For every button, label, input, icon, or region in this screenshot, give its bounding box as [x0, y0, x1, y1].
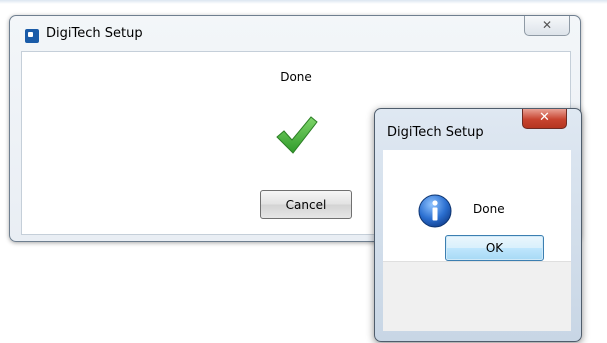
window-close-button[interactable]: ✕	[524, 16, 570, 36]
close-icon: ✕	[539, 110, 550, 125]
status-text: Done	[280, 70, 312, 84]
message-box-dialog: DigiTech Setup ✕ Done OK	[374, 108, 582, 342]
dialog-message-text: Done	[473, 202, 505, 216]
close-icon: ✕	[541, 18, 553, 32]
dialog-button-bar	[383, 261, 571, 331]
dialog-close-button[interactable]: ✕	[522, 109, 567, 129]
info-icon	[418, 194, 452, 228]
app-icon	[25, 29, 39, 43]
dialog-title: DigiTech Setup	[387, 125, 484, 140]
cancel-button[interactable]: Cancel	[260, 190, 352, 219]
checkmark-icon	[276, 116, 318, 154]
background-top-edge	[0, 0, 607, 4]
ok-button[interactable]: OK	[445, 235, 544, 261]
window-title: DigiTech Setup	[46, 26, 143, 41]
